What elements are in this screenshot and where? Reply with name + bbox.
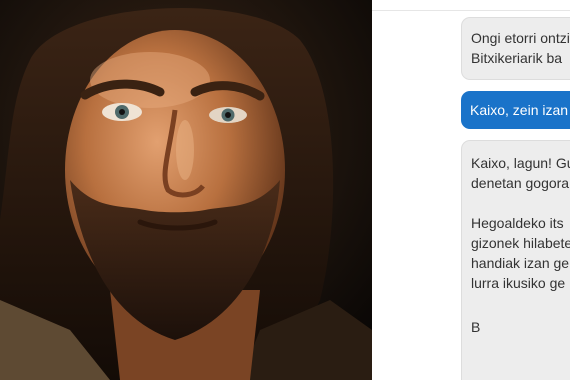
message-line: handiak izan ge xyxy=(471,255,570,271)
message-line: Bitxikeriarik ba xyxy=(471,50,563,66)
user-message-bubble: Kaixo, zein izan xyxy=(461,91,570,129)
message-paragraph: Hegoaldeko its gizonek hilabete handiak … xyxy=(471,213,570,293)
message-paragraph: B xyxy=(471,317,570,337)
chat-top-bar xyxy=(372,0,570,11)
chat-panel: Ongi etorri ontzi Bitxikeriarik ba Kaixo… xyxy=(372,11,570,380)
message-line: denetan gogora xyxy=(471,175,570,191)
character-portrait-image xyxy=(0,0,372,380)
bot-message-bubble: Ongi etorri ontzi Bitxikeriarik ba xyxy=(461,17,570,80)
message-line: Hegoaldeko its xyxy=(471,215,564,231)
message-line: Ongi etorri ontzi xyxy=(471,30,570,46)
message-line: gizonek hilabete xyxy=(471,235,570,251)
bot-message-bubble: Kaixo, lagun! Gu denetan gogora Hegoalde… xyxy=(461,140,570,380)
message-paragraph: Kaixo, lagun! Gu denetan gogora xyxy=(471,153,570,193)
message-line: Kaixo, lagun! Gu xyxy=(471,155,570,171)
message-line: lurra ikusiko ge xyxy=(471,275,566,291)
message-line: B xyxy=(471,319,481,335)
